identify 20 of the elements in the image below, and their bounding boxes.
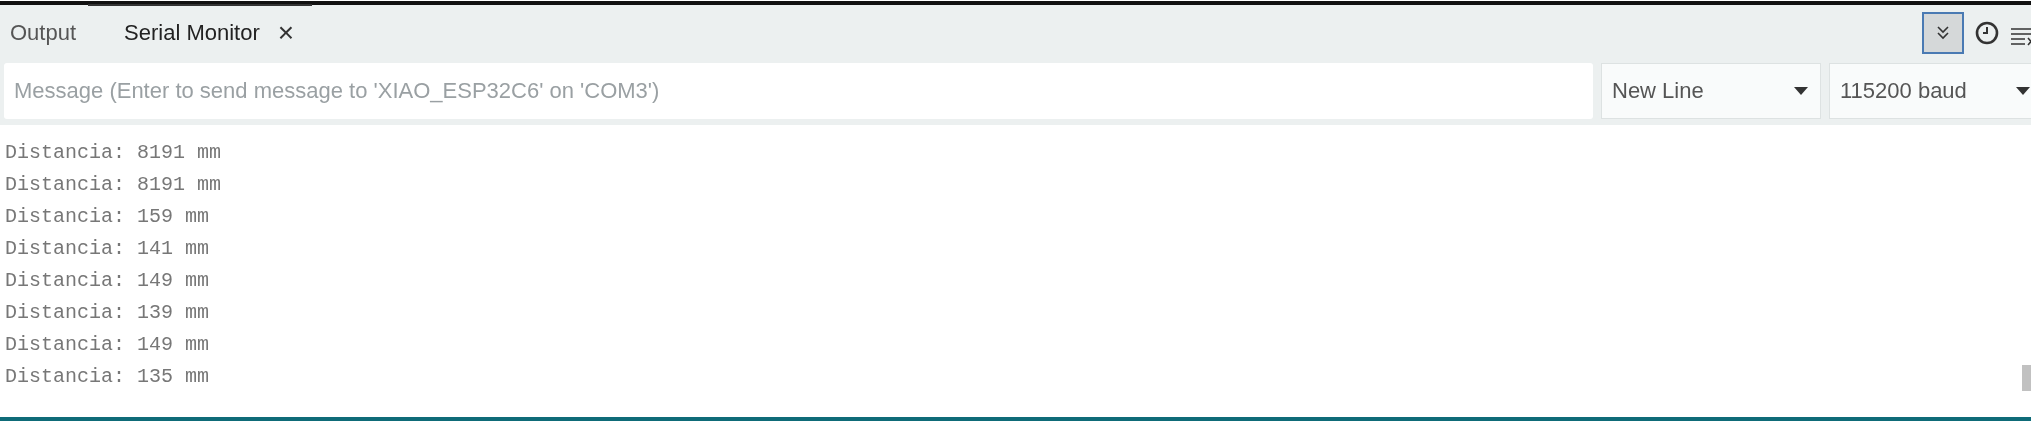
scrollbar-thumb[interactable] <box>2022 365 2031 391</box>
line-ending-dropdown[interactable]: New Line <box>1601 63 1821 119</box>
panel-tab[interactable]: Output <box>0 4 89 60</box>
autoscroll-button[interactable] <box>1922 11 1964 54</box>
output-line: Distancia: 141 mm <box>5 236 210 262</box>
output-line: Distancia: 159 mm <box>5 204 210 230</box>
caret-icon <box>1794 87 1808 95</box>
clock-icon[interactable] <box>1974 19 2000 46</box>
close-icon[interactable]: × <box>277 19 295 47</box>
baud-rate-dropdown[interactable]: 115200 baud <box>1829 63 2031 119</box>
output-line: Distancia: 135 mm <box>5 364 210 390</box>
output-line: Distancia: 149 mm <box>5 332 210 358</box>
double-chevron-icon <box>1934 23 1952 42</box>
output-line: Distancia: 8191 mm <box>5 140 222 166</box>
output-line: Distancia: 139 mm <box>5 300 210 326</box>
message-field[interactable]: Message (Enter to send message to 'XIAO_ESP32C6' on 'COM3') <box>4 63 1593 119</box>
output-line: Distancia: 149 mm <box>5 268 210 294</box>
caret-icon <box>2016 87 2030 95</box>
output-line: Distancia: 8191 mm <box>5 172 222 198</box>
clear-output-icon[interactable] <box>2010 25 2031 48</box>
